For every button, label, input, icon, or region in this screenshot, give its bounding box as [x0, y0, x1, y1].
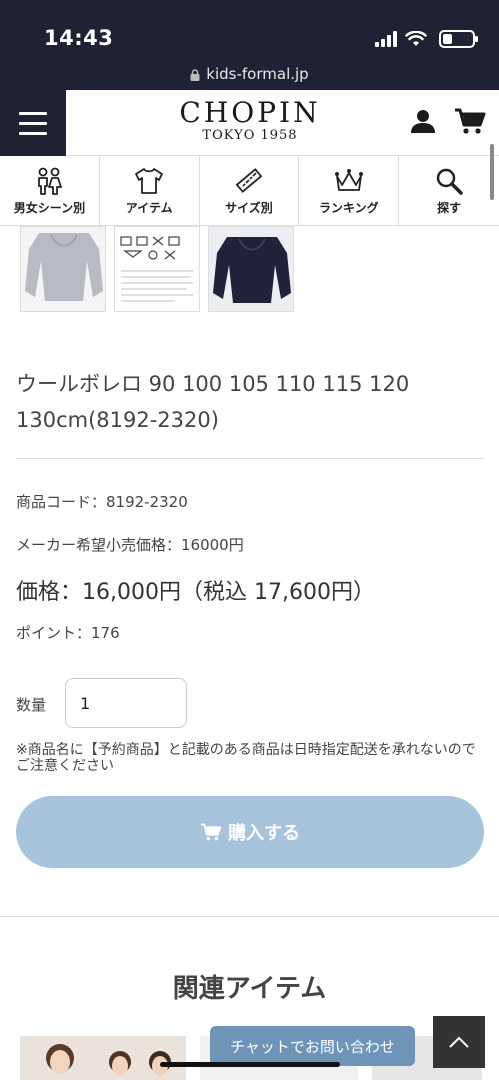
user-icon[interactable]	[410, 108, 436, 134]
page-scrollbar[interactable]	[490, 144, 494, 200]
signal-icon	[375, 31, 397, 47]
address-bar[interactable]: kids-formal.jp	[0, 58, 499, 90]
related-item-image[interactable]	[20, 1036, 186, 1080]
category-size[interactable]: サイズ別	[200, 156, 300, 226]
product-price: 価格：16,000円（税込 17,600円）	[16, 580, 375, 605]
product-thumbnail[interactable]	[208, 226, 294, 312]
category-ranking[interactable]: ランキング	[299, 156, 400, 226]
quantity-label: 数量	[16, 696, 47, 714]
chat-inquiry-button[interactable]: チャットでお問い合わせ	[210, 1026, 415, 1066]
category-label: 探す	[437, 200, 462, 215]
buy-button[interactable]: 購入する	[16, 796, 484, 868]
msrp-price: メーカー希望小売価格：16000円	[16, 536, 244, 554]
preorder-notice: ※商品名に【予約商品】と記載のある商品は日時指定配送を承れないのでご注意ください	[16, 742, 476, 774]
quantity-input[interactable]	[65, 678, 187, 728]
product-thumbnail[interactable]	[20, 226, 106, 312]
category-label: 男女シーン別	[13, 200, 86, 215]
search-icon	[436, 168, 463, 195]
ruler-icon	[235, 167, 263, 193]
chevron-up-icon	[449, 1036, 469, 1048]
category-item[interactable]: アイテム	[100, 156, 200, 226]
category-label: アイテム	[125, 200, 173, 215]
category-label: サイズ別	[225, 200, 273, 215]
category-label: ランキング	[318, 200, 379, 215]
url-text: kids-formal.jp	[206, 65, 309, 83]
hamburger-menu-button[interactable]	[0, 90, 66, 156]
brand-logo[interactable]: CHOPIN TOKYO 1958	[150, 96, 350, 144]
back-to-top-button[interactable]	[433, 1016, 485, 1068]
product-code: 商品コード：8192-2320	[16, 493, 188, 511]
wifi-icon	[405, 31, 427, 46]
site-header: CHOPIN TOKYO 1958	[0, 90, 499, 156]
home-indicator	[160, 1062, 340, 1067]
status-time: 14:43	[44, 26, 114, 50]
related-items-title: 関連アイテム	[172, 974, 327, 1004]
cart-icon[interactable]	[454, 106, 486, 136]
crown-icon	[334, 168, 363, 191]
product-thumbnails	[20, 226, 294, 312]
cart-icon	[201, 823, 222, 841]
boy-girl-icon	[38, 167, 63, 195]
divider	[16, 458, 484, 459]
divider	[0, 916, 499, 917]
category-search[interactable]: 探す	[399, 156, 499, 226]
product-thumbnail[interactable]	[114, 226, 200, 312]
brand-name: CHOPIN	[179, 96, 321, 129]
category-gender-scene[interactable]: 男女シーン別	[0, 156, 100, 226]
points: ポイント：176	[16, 624, 120, 642]
lock-icon	[190, 69, 200, 81]
buy-button-label: 購入する	[228, 823, 300, 844]
tshirt-icon	[135, 167, 164, 194]
brand-sub: TOKYO 1958	[202, 128, 298, 143]
category-nav: 男女シーン別 アイテム サイズ別 ランキング 探す	[0, 156, 499, 226]
status-bar: 14:43	[0, 0, 499, 58]
status-icons	[375, 30, 478, 48]
battery-icon	[439, 30, 478, 48]
product-title: ウールボレロ 90 100 105 110 115 120 130cm(8192…	[16, 372, 410, 432]
